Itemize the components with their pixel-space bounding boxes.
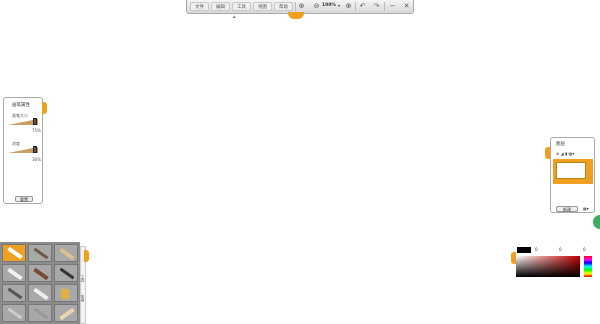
- marker-icon: [7, 246, 23, 260]
- layer-panel-toggle-tab[interactable]: [545, 147, 550, 159]
- tool-airbrush[interactable]: [28, 264, 52, 282]
- close-icon[interactable]: ✕: [402, 2, 411, 11]
- color-picker-gradient[interactable]: [516, 256, 580, 277]
- tool-pencil[interactable]: [28, 244, 52, 262]
- toolbar-divider: [384, 2, 385, 11]
- pen-icon: [59, 267, 75, 280]
- minimize-icon[interactable]: −: [388, 2, 397, 11]
- tool-smudge[interactable]: [2, 284, 26, 302]
- tape-icon: [33, 307, 49, 320]
- tool-eraser[interactable]: [2, 264, 26, 282]
- zoom-in-icon[interactable]: ⊕: [344, 2, 353, 11]
- help-tab[interactable]: [593, 215, 600, 229]
- tab-brushes[interactable]: 笔刷: [81, 295, 86, 302]
- tool-glue[interactable]: [54, 304, 78, 322]
- menu-file[interactable]: 文件: [190, 2, 209, 11]
- brush-panel-title: 画笔属性: [12, 103, 30, 108]
- menu-edit[interactable]: 编辑: [211, 2, 230, 11]
- zoom-out-icon[interactable]: ⊖: [312, 2, 321, 11]
- crayon-icon: [59, 247, 75, 261]
- scissors-icon: [7, 307, 23, 320]
- menu-help[interactable]: 帮助: [274, 2, 293, 11]
- new-layer-button[interactable]: 新建: [556, 206, 578, 212]
- hue-slider[interactable]: [584, 256, 592, 277]
- menu-tools[interactable]: 工具: [232, 2, 251, 11]
- reset-button[interactable]: 重置: [15, 196, 33, 202]
- tool-ruler[interactable]: [54, 284, 78, 302]
- tab-tools[interactable]: 工具: [81, 275, 86, 282]
- brush-size-value: 75%: [32, 128, 41, 133]
- bucket-icon: [33, 287, 49, 301]
- layer-panel-title: 图层: [556, 142, 565, 147]
- opacity-handle[interactable]: [33, 146, 37, 153]
- toolbar-collapse-icon[interactable]: ▴: [233, 14, 236, 20]
- tool-pen[interactable]: [54, 264, 78, 282]
- ruler-icon: [61, 289, 69, 299]
- color-field-1[interactable]: 0: [535, 247, 538, 252]
- layer-panel: 图层 ⊕ ◢ ▮ ▦▾ 新建 ▦▾: [550, 137, 595, 213]
- current-color-swatch[interactable]: [517, 247, 531, 253]
- color-panel: 0 0 0: [513, 246, 595, 280]
- toolbar-divider: [355, 2, 356, 11]
- zoom-level[interactable]: 100%: [322, 3, 336, 8]
- airbrush-icon: [33, 267, 49, 281]
- layer-tools-icons[interactable]: ⊕ ◢ ▮ ▦▾: [556, 151, 574, 156]
- toolbar-divider: [295, 2, 296, 11]
- layer-thumbnail: [556, 162, 586, 179]
- redo-icon[interactable]: ↷: [372, 2, 381, 11]
- tool-marker[interactable]: [2, 244, 26, 262]
- smudge-icon: [7, 287, 23, 300]
- tool-grid-toggle-tab[interactable]: [84, 250, 89, 262]
- opacity-value: 36%: [32, 157, 41, 162]
- toolbar-toggle-tab[interactable]: [288, 12, 304, 19]
- menu-view[interactable]: 视图: [253, 2, 272, 11]
- brush-properties-panel: 画笔属性 画笔大小 75% 浓度 36% 重置: [3, 97, 43, 204]
- pencil-icon: [33, 247, 49, 260]
- tool-grid: [0, 242, 80, 324]
- tool-crayon[interactable]: [54, 244, 78, 262]
- undo-icon[interactable]: ↶: [358, 2, 367, 11]
- brush-size-handle[interactable]: [33, 118, 37, 125]
- color-field-2[interactable]: 0: [559, 247, 562, 252]
- layer-options-icon[interactable]: ▦▾: [583, 206, 589, 211]
- tool-tape[interactable]: [28, 304, 52, 322]
- tool-bucket[interactable]: [28, 284, 52, 302]
- tool-scissors[interactable]: [2, 304, 26, 322]
- brush-panel-toggle-tab[interactable]: [42, 102, 47, 114]
- glue-icon: [59, 307, 75, 321]
- fit-screen-icon[interactable]: ⊕: [297, 2, 306, 11]
- layer-item[interactable]: [553, 159, 593, 184]
- color-field-3[interactable]: 0: [583, 247, 586, 252]
- eraser-icon: [7, 267, 23, 281]
- zoom-dropdown-icon[interactable]: ▾: [338, 3, 340, 8]
